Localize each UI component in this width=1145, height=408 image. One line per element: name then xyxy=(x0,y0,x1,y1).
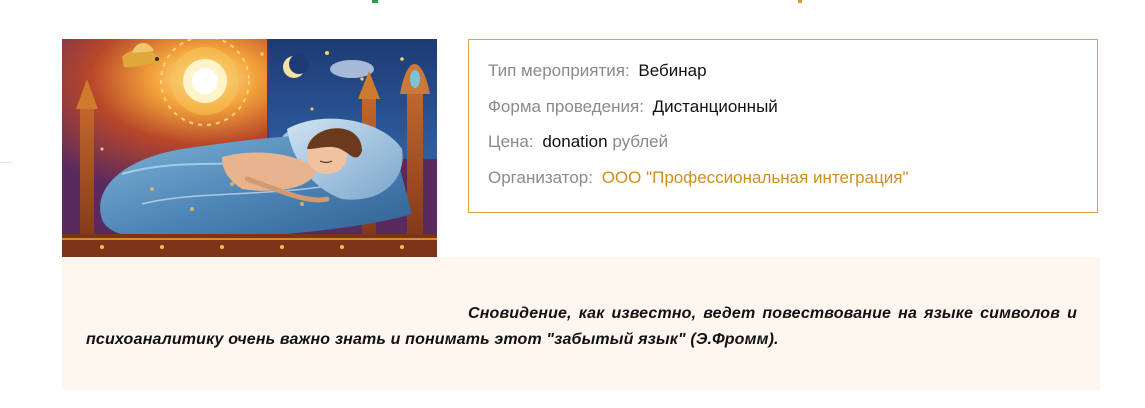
event-info-box: Тип мероприятия: Вебинар Форма проведени… xyxy=(468,39,1098,213)
event-format-row: Форма проведения: Дистанционный xyxy=(488,96,1078,132)
event-price-unit: рублей xyxy=(612,132,669,151)
event-organizer-label: Организатор: xyxy=(488,167,593,187)
event-format-label: Форма проведения: xyxy=(488,96,644,116)
organizer-link[interactable]: ООО "Профессиональная интеграция" xyxy=(602,168,909,187)
event-type-row: Тип мероприятия: Вебинар xyxy=(488,60,1078,96)
event-format-value: Дистанционный xyxy=(652,96,778,116)
event-type-label: Тип мероприятия: xyxy=(488,61,630,80)
quote-block: Сновидение, как известно, ведет повество… xyxy=(62,257,1100,390)
event-price-row: Цена: donation рублей xyxy=(488,131,1078,167)
divider xyxy=(0,162,12,163)
event-price-label: Цена: xyxy=(488,132,534,151)
header-underline xyxy=(372,0,802,3)
event-page: Тип мероприятия: Вебинар Форма проведени… xyxy=(0,0,1145,408)
event-cover-image xyxy=(62,39,437,257)
event-price-value: donation xyxy=(542,132,608,151)
quote-text: Сновидение, как известно, ведет повество… xyxy=(86,305,1077,348)
header-underline-green xyxy=(372,0,378,3)
event-type-value: Вебинар xyxy=(638,61,707,80)
header-underline-orange xyxy=(798,0,802,3)
event-organizer-row: Организатор: ООО "Профессиональная интег… xyxy=(488,167,1078,203)
